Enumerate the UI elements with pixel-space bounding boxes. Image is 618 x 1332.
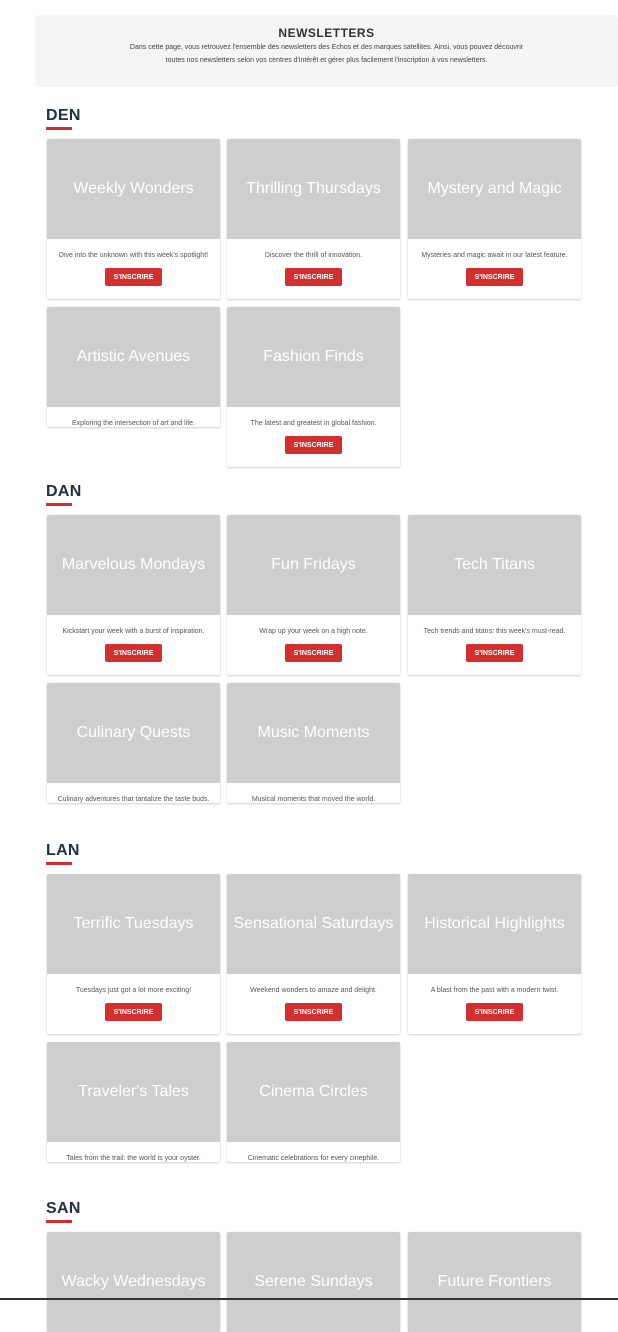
subscribe-button[interactable]: S'INSCRIRE — [105, 1003, 162, 1021]
newsletter-title: Wacky Wednesdays — [61, 1273, 206, 1290]
newsletter-title: Sensational Saturdays — [233, 915, 394, 932]
newsletter-card: Traveler's Tales Tales from the trail: th… — [47, 1042, 220, 1162]
section-title: SAN — [46, 1200, 81, 1217]
newsletter-image: Tech Titans — [408, 515, 581, 615]
section-title: DEN — [46, 107, 81, 124]
newsletter-title: Artistic Avenues — [76, 348, 191, 365]
newsletter-card: Tech Titans Tech trends and titans: this … — [408, 515, 581, 675]
newsletter-title: Music Moments — [257, 724, 370, 741]
newsletter-description: The latest and greatest in global fashio… — [250, 420, 377, 427]
newsletter-description: Tuesdays just got a lot more exciting! — [75, 987, 192, 994]
newsletter-image: Mystery and Magic — [408, 139, 581, 239]
newsletter-image: Traveler's Tales — [47, 1042, 220, 1142]
newsletter-card: Artistic Avenues Exploring the intersecti… — [47, 307, 220, 427]
newsletter-title: Culinary Quests — [76, 724, 191, 741]
newsletter-card: Thrilling Thursdays Discover the thrill o… — [227, 139, 400, 299]
subscribe-button[interactable]: S'INSCRIRE — [105, 268, 162, 286]
section-title-underline — [46, 503, 72, 506]
newsletter-title: Terrific Tuesdays — [73, 915, 194, 932]
newsletter-title: Fashion Finds — [263, 348, 364, 365]
newsletter-image: Terrific Tuesdays — [47, 874, 220, 974]
subscribe-button[interactable]: S'INSCRIRE — [466, 1003, 523, 1021]
newsletter-card: Fun Fridays Wrap up your week on a high n… — [227, 515, 400, 675]
newsletter-image: Culinary Quests — [47, 683, 220, 783]
subscribe-button[interactable]: S'INSCRIRE — [285, 644, 342, 662]
section-title-underline — [46, 862, 72, 865]
newsletter-card: Music Moments Musical moments that moved … — [227, 683, 400, 803]
newsletter-card: Wacky Wednesdays — [47, 1232, 220, 1332]
newsletter-title: Serene Sundays — [254, 1273, 373, 1290]
subscribe-button[interactable]: S'INSCRIRE — [466, 644, 523, 662]
newsletter-card: Mystery and Magic Mysteries and magic awa… — [408, 139, 581, 299]
newsletter-description: Musical moments that moved the world. — [251, 796, 376, 803]
page-title: NEWSLETTERS — [278, 26, 375, 40]
newsletter-description: Dive into the unknown with this week's s… — [58, 252, 209, 259]
newsletter-card: Serene Sundays — [227, 1232, 400, 1332]
newsletter-card: Future Frontiers — [408, 1232, 581, 1332]
newsletter-card: Terrific Tuesdays Tuesdays just got a lot… — [47, 874, 220, 1034]
newsletter-description: Culinary adventures that tantalize the t… — [57, 796, 210, 803]
newsletter-title: Fun Fridays — [271, 556, 356, 573]
newsletter-image: Cinema Circles — [227, 1042, 400, 1142]
newsletter-description: Exploring the intersection of art and li… — [72, 420, 195, 427]
newsletter-card: Sensational Saturdays Weekend wonders to … — [227, 874, 400, 1034]
page-bottom-divider — [0, 1298, 618, 1300]
newsletter-title: Weekly Wonders — [73, 180, 194, 197]
newsletter-image: Serene Sundays — [227, 1232, 400, 1332]
newsletter-title: Mystery and Magic — [427, 180, 562, 197]
section-title-underline — [46, 1220, 72, 1223]
newsletter-description: Tech trends and titans: this week's must… — [423, 628, 566, 635]
newsletter-image: Weekly Wonders — [47, 139, 220, 239]
newsletter-image: Historical Highlights — [408, 874, 581, 974]
newsletter-description: Kickstart your week with a burst of insp… — [62, 628, 205, 635]
newsletter-card: Culinary Quests Culinary adventures that … — [47, 683, 220, 803]
newsletter-description: Discover the thrill of innovation. — [264, 252, 363, 259]
section-title: LAN — [46, 842, 80, 859]
newsletter-title: Thrilling Thursdays — [246, 180, 381, 197]
newsletter-card: Weekly Wonders Dive into the unknown with… — [47, 139, 220, 299]
newsletter-title: Tech Titans — [454, 556, 535, 573]
newsletter-card: Marvelous Mondays Kickstart your week wit… — [47, 515, 220, 675]
subscribe-button[interactable]: S'INSCRIRE — [285, 268, 342, 286]
page-header: NEWSLETTERS Dans cette page, vous retrou… — [35, 15, 618, 87]
newsletter-description: Weekend wonders to amaze and delight. — [250, 987, 377, 994]
newsletter-image: Fun Fridays — [227, 515, 400, 615]
newsletter-description: Cinematic celebrations for every cinephi… — [247, 1155, 380, 1162]
newsletter-title: Traveler's Tales — [78, 1083, 189, 1100]
newsletter-description: A blast from the past with a modern twis… — [430, 987, 559, 994]
newsletter-image: Wacky Wednesdays — [47, 1232, 220, 1332]
newsletter-card: Fashion Finds The latest and greatest in … — [227, 307, 400, 467]
newsletter-description: Wrap up your week on a high note. — [259, 628, 368, 635]
newsletter-description: Tales from the trail: the world is your … — [66, 1155, 201, 1162]
newsletter-image: Artistic Avenues — [47, 307, 220, 407]
subscribe-button[interactable]: S'INSCRIRE — [285, 1003, 342, 1021]
section-title: DAN — [46, 483, 82, 500]
newsletter-title: Cinema Circles — [259, 1083, 368, 1100]
newsletter-image: Future Frontiers — [408, 1232, 581, 1332]
newsletter-card: Historical Highlights A blast from the pa… — [408, 874, 581, 1034]
page-description: Dans cette page, vous retrouvez l'ensemb… — [129, 44, 524, 64]
newsletter-title: Future Frontiers — [437, 1273, 552, 1290]
newsletter-image: Marvelous Mondays — [47, 515, 220, 615]
newsletter-card: Cinema Circles Cinematic celebrations for… — [227, 1042, 400, 1162]
newsletter-description: Mysteries and magic await in our latest … — [421, 252, 568, 259]
subscribe-button[interactable]: S'INSCRIRE — [466, 268, 523, 286]
newsletter-image: Sensational Saturdays — [227, 874, 400, 974]
newsletter-image: Fashion Finds — [227, 307, 400, 407]
newsletter-title: Historical Highlights — [424, 915, 565, 932]
subscribe-button[interactable]: S'INSCRIRE — [105, 644, 162, 662]
newsletter-title: Marvelous Mondays — [61, 556, 206, 573]
section-title-underline — [46, 127, 72, 130]
subscribe-button[interactable]: S'INSCRIRE — [285, 436, 342, 454]
newsletter-image: Music Moments — [227, 683, 400, 783]
newsletter-image: Thrilling Thursdays — [227, 139, 400, 239]
